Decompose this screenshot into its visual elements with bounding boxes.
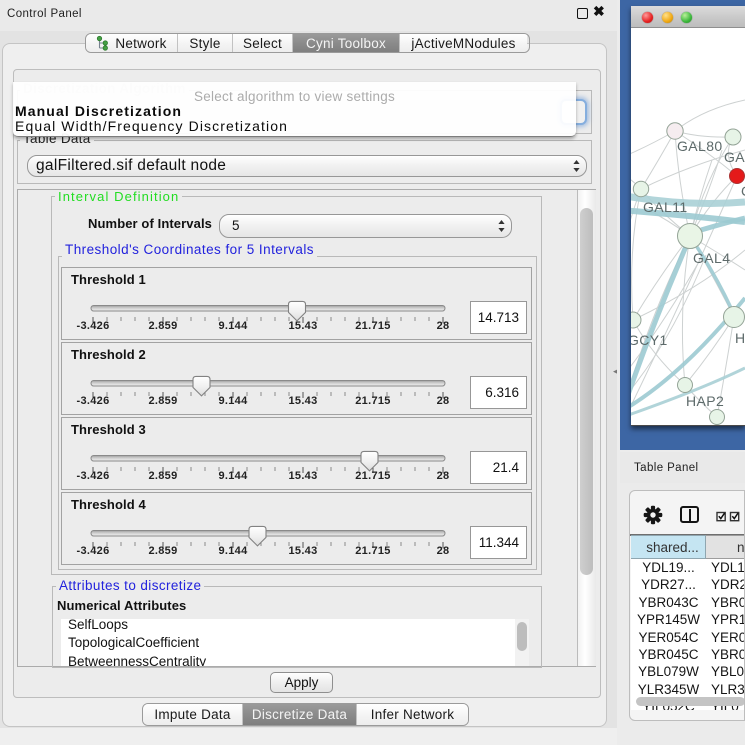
svg-text:HAP2: HAP2 [686,393,724,409]
svg-text:GAL: GAL [724,149,745,165]
svg-text:H: H [735,330,745,346]
svg-text:GAL80: GAL80 [677,138,723,154]
svg-text:GAL11: GAL11 [643,199,688,215]
svg-text:C: C [741,183,745,199]
svg-text:GAL4: GAL4 [693,250,730,266]
svg-text:GCY1: GCY1 [631,332,668,348]
